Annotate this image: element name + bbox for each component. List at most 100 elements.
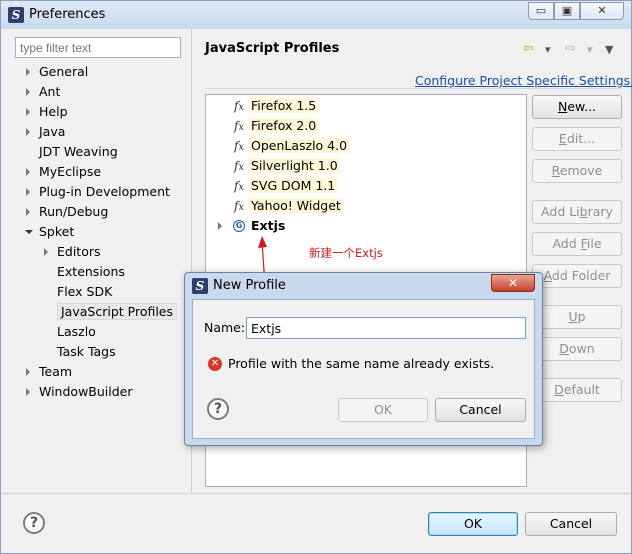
- sidebar-item[interactable]: WindowBuilder: [25, 383, 133, 401]
- view-menu-icon[interactable]: ▼: [605, 43, 613, 56]
- sidebar-item-label: Help: [39, 104, 68, 119]
- fx-icon: fx: [233, 159, 245, 173]
- back-arrow-icon[interactable]: ⇦: [523, 41, 534, 56]
- fx-icon: fx: [233, 119, 245, 133]
- eclipse-app-icon: S: [8, 7, 24, 23]
- title-bar: S Preferences ▭ ▣ ✕: [1, 1, 631, 29]
- fx-icon: fx: [233, 99, 245, 113]
- window-title: Preferences: [29, 7, 106, 22]
- add-folder-button[interactable]: Add Folder: [532, 264, 622, 288]
- new-profile-dialog: S New Profile ✕ Name: ✕ Profile with the…: [184, 272, 543, 446]
- sidebar-item[interactable]: Laszlo: [43, 323, 96, 341]
- sidebar-item-label: Team: [39, 364, 73, 379]
- fx-icon: fx: [233, 139, 245, 153]
- sidebar-item[interactable]: Run/Debug: [25, 203, 108, 221]
- minimize-button[interactable]: ▭: [528, 2, 554, 20]
- expand-triangle-icon[interactable]: [26, 128, 30, 136]
- sidebar-item[interactable]: Java: [25, 123, 65, 141]
- expand-triangle-icon[interactable]: [26, 188, 30, 196]
- sidebar-item-label: Spket: [39, 224, 75, 239]
- add-library-button[interactable]: Add Library: [532, 200, 622, 224]
- help-icon[interactable]: ?: [207, 398, 229, 420]
- page-title: JavaScript Profiles: [205, 41, 340, 56]
- sidebar-item-label: JDT Weaving: [39, 144, 118, 159]
- add-file-button[interactable]: Add File: [532, 232, 622, 256]
- forward-arrow-icon[interactable]: ⇨: [565, 41, 576, 56]
- profile-label: Extjs: [251, 218, 286, 233]
- expand-triangle-icon[interactable]: [26, 88, 30, 96]
- back-dropdown-icon[interactable]: ▾: [545, 43, 551, 56]
- name-input[interactable]: [246, 317, 526, 339]
- forward-dropdown-icon[interactable]: ▾: [587, 43, 593, 56]
- profile-label: Firefox 2.0: [249, 118, 319, 133]
- expand-triangle-icon[interactable]: [26, 108, 30, 116]
- sidebar-item-label: Editors: [57, 244, 101, 259]
- expand-triangle-icon[interactable]: [26, 388, 30, 396]
- sidebar-item-label: MyEclipse: [39, 164, 102, 179]
- sidebar-item-label: Java: [39, 124, 66, 139]
- expand-triangle-icon[interactable]: [44, 248, 48, 256]
- expand-triangle-icon[interactable]: [26, 368, 30, 376]
- configure-project-settings-link[interactable]: Configure Project Specific Settings...: [415, 73, 632, 88]
- sidebar-item[interactable]: General: [25, 63, 88, 81]
- sidebar-item[interactable]: Ant: [25, 83, 60, 101]
- list-item[interactable]: fx Firefox 1.5: [231, 97, 319, 115]
- sidebar-item-label: Extensions: [57, 264, 125, 279]
- expand-triangle-icon[interactable]: [218, 222, 222, 230]
- maximize-button[interactable]: ▣: [554, 2, 580, 20]
- filter-input[interactable]: [15, 37, 181, 58]
- sidebar-item-label: Plug-in Development: [39, 184, 170, 199]
- list-item[interactable]: fx Firefox 2.0: [231, 117, 319, 135]
- ok-button[interactable]: OK: [428, 512, 518, 536]
- sidebar-item-label: Run/Debug: [39, 204, 109, 219]
- expand-triangle-icon[interactable]: [26, 168, 30, 176]
- default-button[interactable]: Default: [532, 378, 622, 402]
- sidebar-item[interactable]: Flex SDK: [43, 283, 112, 301]
- list-item[interactable]: fx Silverlight 1.0: [231, 157, 340, 175]
- sidebar-item-label: Flex SDK: [57, 284, 113, 299]
- sidebar-item[interactable]: Team: [25, 363, 72, 381]
- dialog-close-button[interactable]: ✕: [491, 274, 535, 292]
- list-item[interactable]: fx Yahoo! Widget: [231, 197, 343, 215]
- dialog-title: New Profile: [213, 278, 286, 293]
- list-item[interactable]: fx SVG DOM 1.1: [231, 177, 338, 195]
- name-label: Name:: [204, 320, 246, 335]
- remove-button[interactable]: Remove: [532, 159, 622, 183]
- sidebar-item[interactable]: JDT Weaving: [25, 143, 118, 161]
- sidebar-item[interactable]: JavaScript Profiles: [43, 303, 178, 321]
- down-button[interactable]: Down: [532, 337, 622, 361]
- sidebar-item-label: JavaScript Profiles: [57, 303, 178, 320]
- profile-label: Firefox 1.5: [249, 98, 319, 113]
- sidebar-item[interactable]: Spket: [25, 223, 74, 241]
- sidebar-item[interactable]: Plug-in Development: [25, 183, 170, 201]
- dialog-ok-button[interactable]: OK: [338, 398, 428, 422]
- dialog-body: Name: ✕ Profile with the same name alrea…: [192, 299, 535, 439]
- fx-icon: fx: [233, 179, 245, 193]
- edit-button[interactable]: Edit...: [532, 127, 622, 151]
- sidebar-item[interactable]: Task Tags: [43, 343, 116, 361]
- profile-label: Silverlight 1.0: [249, 158, 340, 173]
- close-button[interactable]: ✕: [580, 2, 624, 20]
- expand-triangle-icon[interactable]: [26, 208, 30, 216]
- error-message: Profile with the same name already exist…: [228, 356, 495, 371]
- sidebar-item-label: Ant: [39, 84, 61, 99]
- dialog-cancel-button[interactable]: Cancel: [435, 398, 526, 422]
- collapse-triangle-icon[interactable]: [25, 230, 33, 234]
- profile-label: Yahoo! Widget: [249, 198, 343, 213]
- sidebar-item-label: WindowBuilder: [39, 384, 133, 399]
- new-button[interactable]: New...: [532, 95, 622, 119]
- sidebar-item-label: General: [39, 64, 89, 79]
- expand-triangle-icon[interactable]: [26, 68, 30, 76]
- error-icon: ✕: [208, 357, 222, 371]
- up-button[interactable]: Up: [532, 305, 622, 329]
- list-item[interactable]: G Extjs: [214, 217, 285, 235]
- cancel-button[interactable]: Cancel: [525, 512, 617, 536]
- globe-icon: G: [233, 220, 245, 232]
- eclipse-app-icon: S: [192, 278, 208, 294]
- sidebar-item[interactable]: Extensions: [43, 263, 125, 281]
- list-item[interactable]: fx OpenLaszlo 4.0: [231, 137, 350, 155]
- sidebar-item[interactable]: Editors: [43, 243, 101, 261]
- sidebar-item[interactable]: Help: [25, 103, 68, 121]
- help-icon[interactable]: ?: [23, 512, 45, 534]
- sidebar-item[interactable]: MyEclipse: [25, 163, 101, 181]
